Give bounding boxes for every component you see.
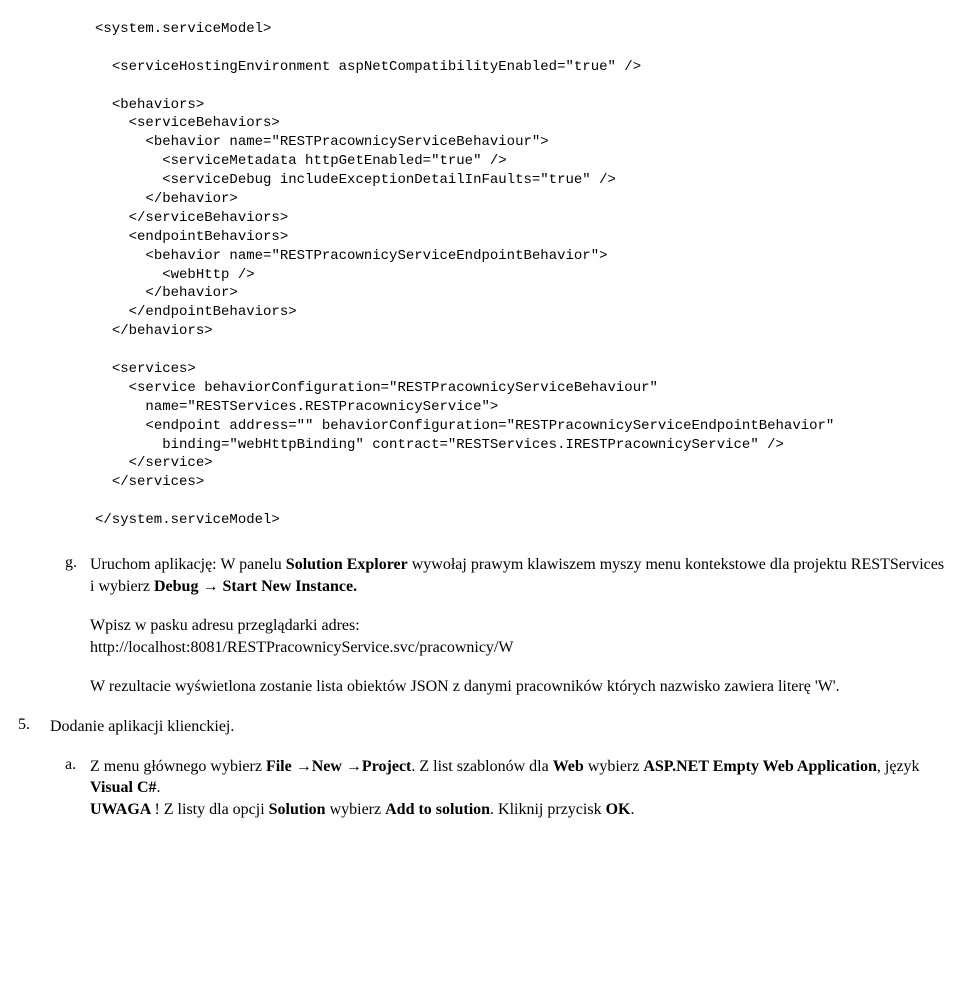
code-line: </endpointBehaviors> — [129, 304, 297, 320]
paragraph: Wpisz w pasku adresu przeglądarki adres:… — [90, 615, 950, 658]
list-item-g: g. Uruchom aplikację: W panelu Solution … — [50, 554, 950, 698]
text: Z menu głównego wybierz — [90, 758, 266, 775]
paragraph: Uruchom aplikację: W panelu Solution Exp… — [90, 554, 950, 597]
list-item-5a: a. Z menu głównego wybierz File →New →Pr… — [50, 756, 950, 821]
code-line: binding="webHttpBinding" contract="RESTS… — [162, 437, 784, 453]
text: . Z list szablonów dla — [411, 758, 552, 775]
code-line: </serviceBehaviors> — [129, 210, 289, 226]
text-bold: Solution — [269, 801, 326, 818]
text-bold: File →New →Project — [266, 758, 411, 775]
list-marker: 5. — [18, 716, 30, 734]
text-bold: UWAGA — [90, 801, 154, 818]
text: ! Z listy dla opcji — [154, 801, 268, 818]
code-line: <serviceDebug includeExceptionDetailInFa… — [162, 172, 616, 188]
code-line: </behavior> — [145, 285, 237, 301]
code-line: </services> — [112, 474, 204, 490]
code-line: <endpoint address="" behaviorConfigurati… — [145, 418, 834, 434]
code-line: <webHttp /> — [162, 267, 254, 283]
code-line: <behavior name="RESTPracownicyServiceBeh… — [145, 134, 548, 150]
code-line: name="RESTServices.RESTPracownicyService… — [145, 399, 498, 415]
text: wybierz — [584, 758, 644, 775]
code-line: </behaviors> — [112, 323, 213, 339]
text: wybierz — [326, 801, 386, 818]
code-line: <serviceMetadata httpGetEnabled="true" /… — [162, 153, 506, 169]
code-line: <service behaviorConfiguration="RESTPrac… — [129, 380, 658, 396]
code-line: <services> — [112, 361, 196, 377]
list-marker: g. — [65, 554, 77, 572]
text-bold: OK — [606, 801, 631, 818]
text: W rezultacie wyświetlona zostanie lista … — [90, 678, 840, 695]
text-bold: ASP.NET Empty Web Application — [643, 758, 877, 775]
paragraph: UWAGA ! Z listy dla opcji Solution wybie… — [90, 799, 950, 821]
text: . — [157, 779, 161, 796]
code-line: </service> — [129, 455, 213, 471]
list-marker: a. — [65, 756, 76, 774]
text: Uruchom aplikację: W panelu — [90, 556, 286, 573]
code-line: <serviceBehaviors> — [129, 115, 280, 131]
text: . — [630, 801, 634, 818]
text-url: http://localhost:8081/RESTPracownicyServ… — [90, 639, 513, 656]
code-block: <system.serviceModel> <serviceHostingEnv… — [95, 20, 950, 530]
paragraph: Z menu głównego wybierz File →New →Proje… — [90, 756, 950, 799]
code-line: <behaviors> — [112, 97, 204, 113]
text-bold: Debug → Start New Instance. — [154, 578, 357, 595]
code-line: <endpointBehaviors> — [129, 229, 289, 245]
text: Wpisz w pasku adresu przeglądarki adres: — [90, 617, 360, 634]
code-line: <behavior name="RESTPracownicyServiceEnd… — [145, 248, 607, 264]
code-line: <system.serviceModel> — [95, 21, 271, 37]
paragraph: Dodanie aplikacji klienckiej. — [50, 716, 950, 738]
text: . Kliknij przycisk — [490, 801, 606, 818]
text: Dodanie aplikacji klienckiej. — [50, 718, 234, 735]
text-bold: Solution Explorer — [286, 556, 408, 573]
text-bold: Visual C# — [90, 779, 157, 796]
list-item-5: 5. Dodanie aplikacji klienckiej. a. Z me… — [10, 716, 950, 820]
text: , język — [877, 758, 920, 775]
code-line: </system.serviceModel> — [95, 512, 280, 528]
code-line: </behavior> — [145, 191, 237, 207]
text-bold: Add to solution — [385, 801, 490, 818]
code-line: <serviceHostingEnvironment aspNetCompati… — [112, 59, 641, 75]
paragraph: W rezultacie wyświetlona zostanie lista … — [90, 676, 950, 698]
text-bold: Web — [553, 758, 584, 775]
